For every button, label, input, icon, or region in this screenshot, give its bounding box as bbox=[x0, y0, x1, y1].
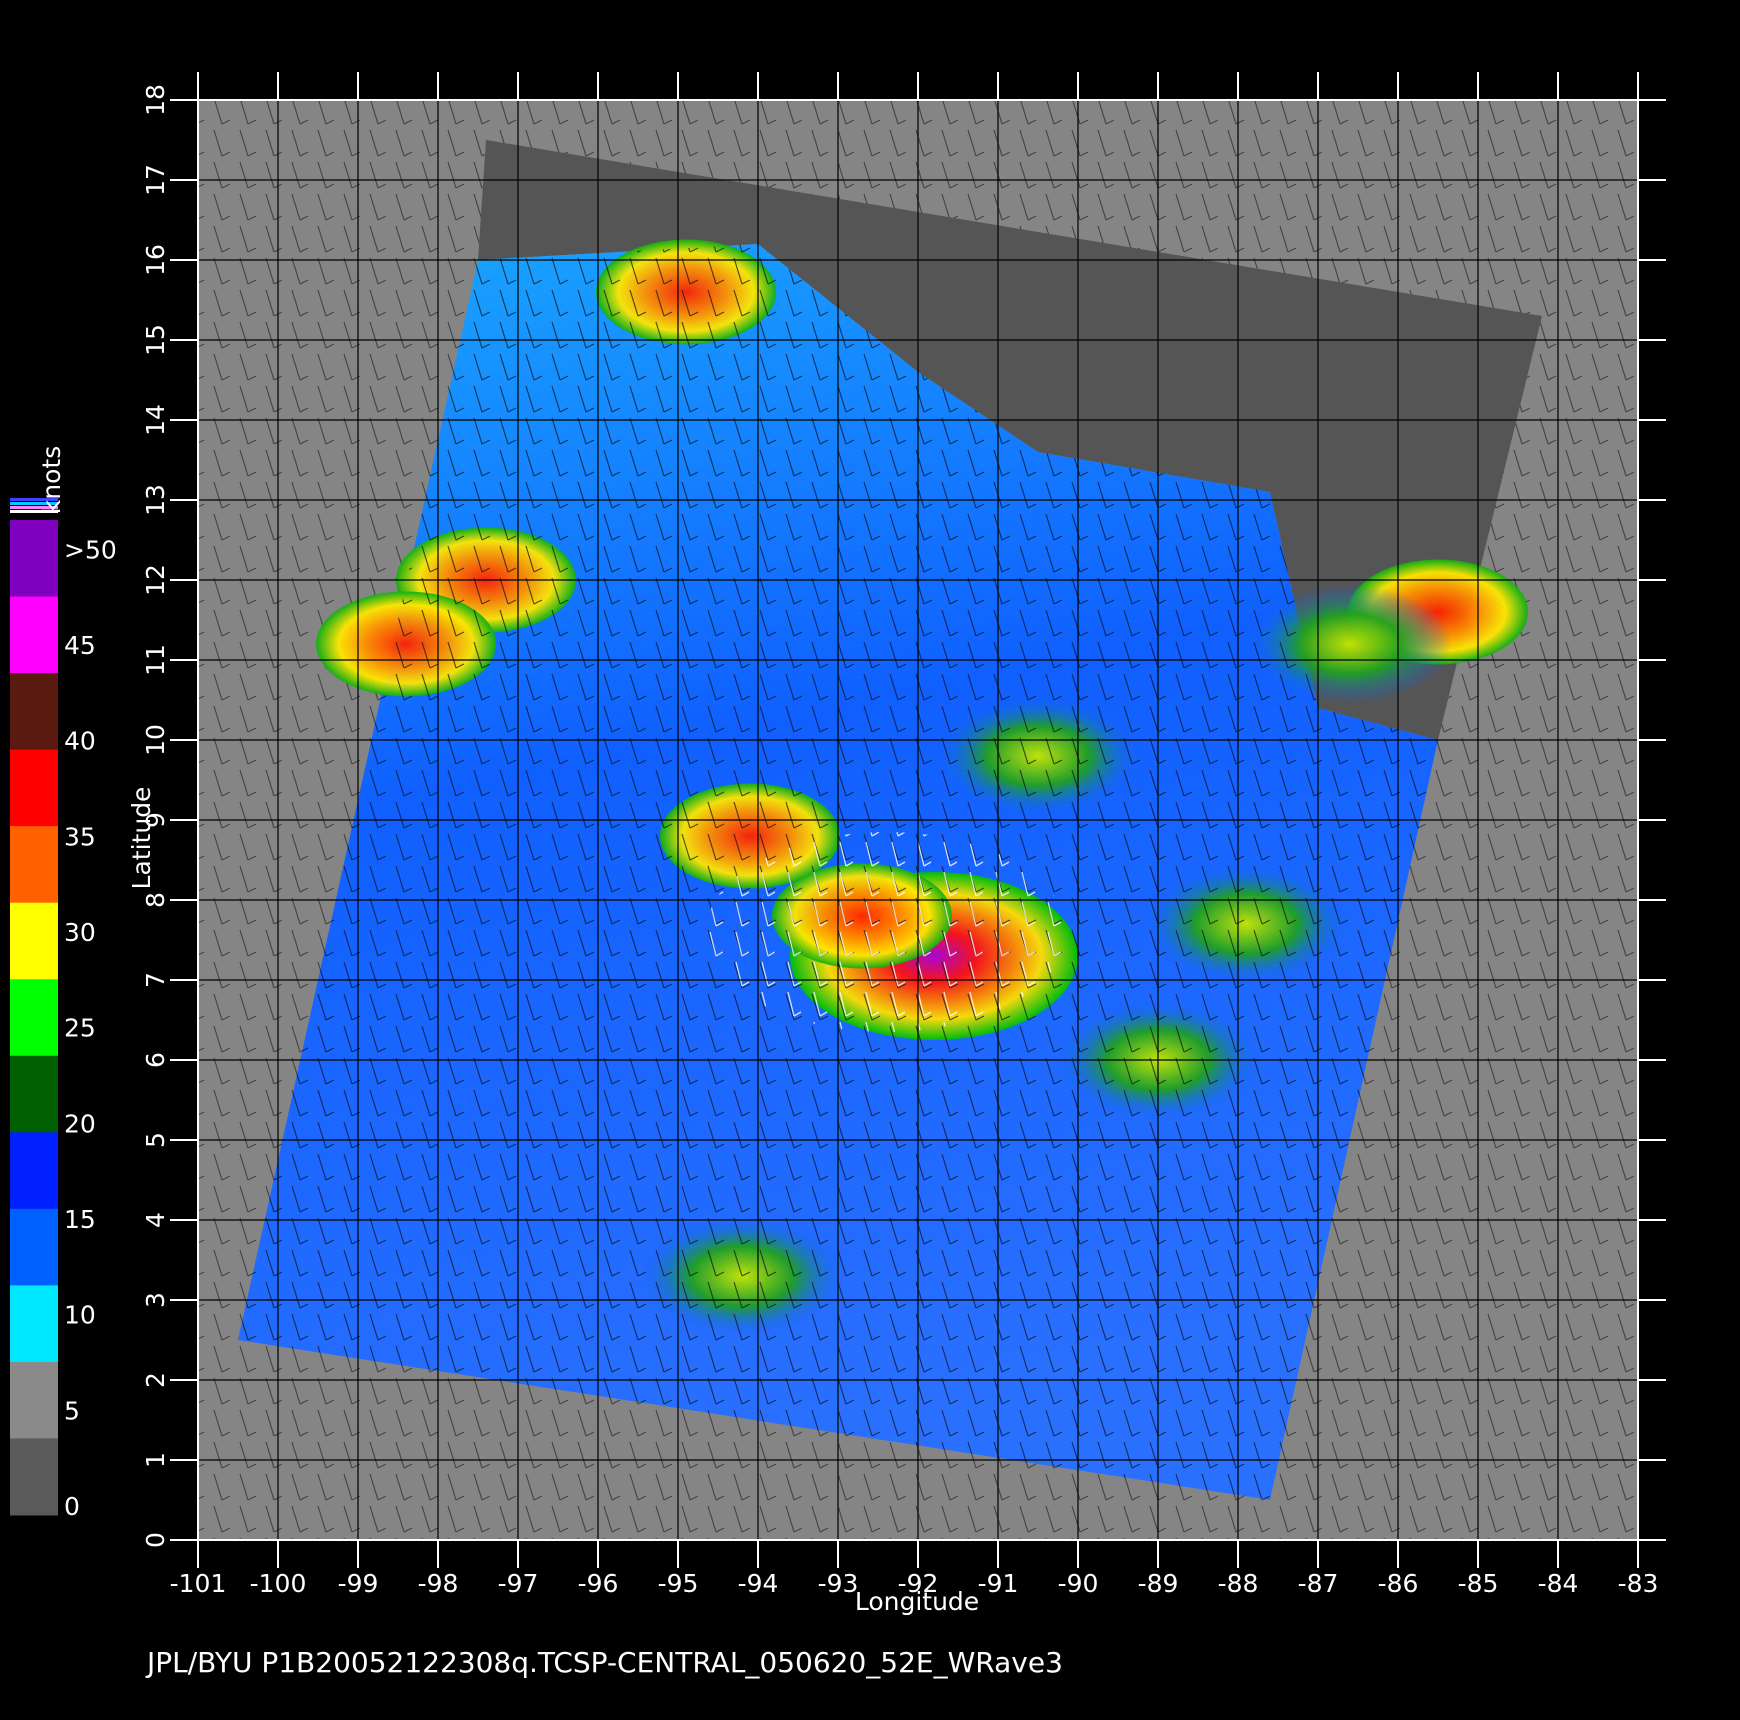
y-tick-label: 17 bbox=[141, 164, 170, 196]
colorbar: 0 5 10 15 20 25 30 35 40 45 >50 bbox=[10, 498, 117, 1521]
x-tick-label: -83 bbox=[1618, 1569, 1659, 1598]
y-tick-label: 18 bbox=[141, 84, 170, 116]
x-tick-label: -93 bbox=[818, 1569, 859, 1598]
x-tick-label: -101 bbox=[170, 1569, 227, 1598]
colorbar-label: 15 bbox=[64, 1205, 96, 1234]
x-tick-label: -94 bbox=[738, 1569, 779, 1598]
x-tick-label: -84 bbox=[1538, 1569, 1579, 1598]
x-tick-label: -88 bbox=[1218, 1569, 1259, 1598]
colorbar-label: 0 bbox=[64, 1492, 80, 1521]
footer-caption: JPL/BYU P1B20052122308q.TCSP-CENTRAL_050… bbox=[145, 1646, 1063, 1679]
colorbar-label: >50 bbox=[64, 535, 117, 564]
y-tick-label: 6 bbox=[141, 1052, 170, 1068]
y-tick-label: 2 bbox=[141, 1372, 170, 1388]
colorbar-swatch bbox=[10, 1361, 58, 1439]
x-tick-label: -89 bbox=[1138, 1569, 1179, 1598]
x-tick-label: -97 bbox=[498, 1569, 539, 1598]
colorbar-swatch bbox=[10, 826, 58, 904]
y-tick-label: 8 bbox=[141, 892, 170, 908]
y-tick-label: 13 bbox=[141, 484, 170, 516]
colorbar-swatch bbox=[10, 673, 58, 751]
colorbar-swatch bbox=[10, 1438, 58, 1516]
x-tick-label: -91 bbox=[978, 1569, 1019, 1598]
colorbar-swatch bbox=[10, 1208, 58, 1286]
x-tick-label: -85 bbox=[1458, 1569, 1499, 1598]
x-axis-title: Longitude bbox=[855, 1587, 979, 1616]
colorbar-swatch bbox=[10, 1055, 58, 1133]
colorbar-swatch bbox=[10, 979, 58, 1057]
y-tick-label: 3 bbox=[141, 1292, 170, 1308]
map-layers bbox=[198, 100, 1638, 1540]
y-tick-label: 15 bbox=[141, 324, 170, 356]
high-wind-barbs bbox=[706, 832, 1066, 1032]
y-tick-label: 1 bbox=[141, 1452, 170, 1468]
colorbar-swatch bbox=[10, 1285, 58, 1363]
x-tick-label: -100 bbox=[250, 1569, 307, 1598]
colorbar-label: 45 bbox=[64, 631, 96, 660]
colorbar-label: 35 bbox=[64, 822, 96, 851]
y-tick-label: 16 bbox=[141, 244, 170, 276]
colorbar-label: 20 bbox=[64, 1109, 96, 1138]
colorbar-swatch bbox=[10, 520, 58, 598]
y-tick-label: 4 bbox=[141, 1212, 170, 1228]
colorbar-label: 10 bbox=[64, 1301, 96, 1330]
colorbar-swatch bbox=[10, 1132, 58, 1210]
colorbar-swatch bbox=[10, 902, 58, 980]
y-tick-label: 7 bbox=[141, 972, 170, 988]
x-tick-label: -99 bbox=[338, 1569, 379, 1598]
y-tick-label: 0 bbox=[141, 1532, 170, 1548]
y-tick-label: 14 bbox=[141, 404, 170, 436]
colorbar-label: 30 bbox=[64, 918, 96, 947]
y-tick-label: 12 bbox=[141, 564, 170, 596]
y-axis-title: Latitude bbox=[127, 787, 156, 890]
colorbar-swatch bbox=[10, 596, 58, 674]
colorbar-swatch bbox=[10, 749, 58, 827]
y-tick-label: 11 bbox=[141, 644, 170, 676]
x-tick-label: -96 bbox=[578, 1569, 619, 1598]
x-tick-label: -98 bbox=[418, 1569, 459, 1598]
map-plot-area bbox=[197, 99, 1639, 1541]
colorbar-label: 40 bbox=[64, 727, 96, 756]
x-tick-label: -87 bbox=[1298, 1569, 1339, 1598]
y-tick-label: 5 bbox=[141, 1132, 170, 1148]
colorbar-unit-label: knots bbox=[37, 446, 66, 514]
x-tick-label: -90 bbox=[1058, 1569, 1099, 1598]
y-tick-label: 10 bbox=[141, 724, 170, 756]
x-tick-label: -95 bbox=[658, 1569, 699, 1598]
colorbar-label: 25 bbox=[64, 1014, 96, 1043]
x-tick-label: -86 bbox=[1378, 1569, 1419, 1598]
figure: -101 -100 -99 -98 -97 -96 -95 -94 -93 -92 -91 -90 -8… bbox=[10, 72, 1666, 1679]
colorbar-label: 5 bbox=[64, 1396, 80, 1425]
